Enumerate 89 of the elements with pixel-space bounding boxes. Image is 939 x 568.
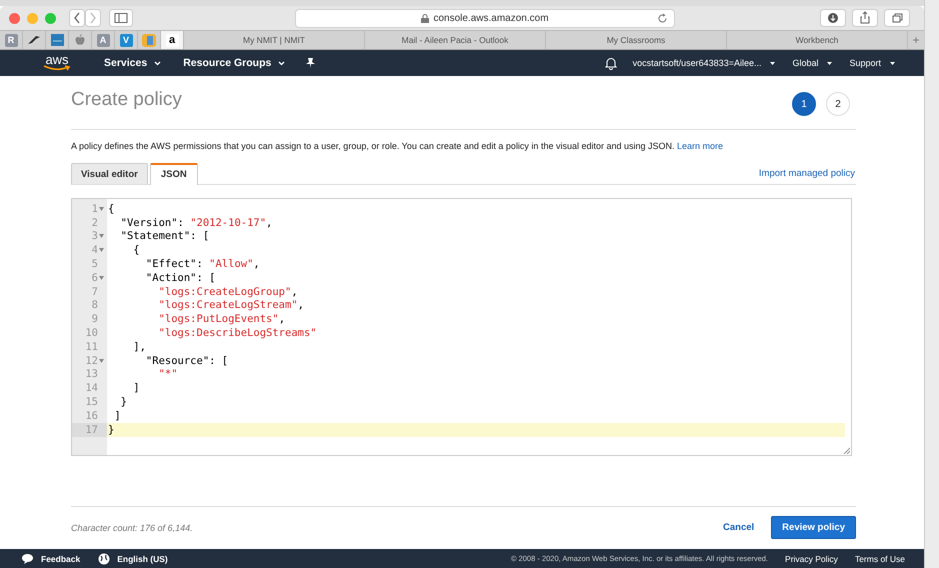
nav-menu[interactable]: Resource Groups: [183, 57, 286, 69]
code-line: "*": [158, 368, 178, 380]
learn-more-link[interactable]: Learn more: [677, 141, 724, 151]
code-line: ],: [132, 340, 146, 353]
line-number: 7: [92, 286, 98, 298]
bird-icon: [27, 35, 41, 45]
line-number: 12: [85, 354, 98, 367]
page-title: Create policy: [71, 89, 182, 111]
line-number: 1: [92, 202, 98, 215]
back-icon[interactable]: [69, 9, 85, 27]
code-editor[interactable]: [71, 198, 852, 456]
code-line: "Statement": [: [120, 230, 210, 242]
code-line: "Action": [: [144, 272, 216, 284]
line-number: 17: [85, 424, 98, 436]
line-number: 4: [92, 244, 98, 256]
import-policy-link[interactable]: Import managed policy: [758, 168, 856, 179]
square-icon: [50, 34, 64, 46]
browser-tab[interactable]: My NMIT | NMIT: [184, 31, 365, 49]
code-line: "Resource": [: [144, 354, 228, 367]
code-line: "logs:CreateLogStream",: [158, 299, 304, 312]
caret-icon: [826, 60, 834, 66]
resize-handle-icon[interactable]: [843, 447, 850, 454]
line-number: 13: [85, 368, 98, 380]
character-count: Character count: 176 of 6,144.: [71, 522, 193, 532]
language-selector[interactable]: English (US): [117, 554, 168, 564]
download-icon[interactable]: [820, 9, 846, 27]
footer-link[interactable]: Privacy Policy: [785, 554, 838, 564]
review-policy-button[interactable]: Review policy: [771, 516, 856, 539]
address-bar[interactable]: console.aws.amazon.com: [295, 8, 675, 28]
tabs-icon[interactable]: [884, 9, 910, 27]
line-number: 5: [92, 258, 98, 270]
code-line: "logs:DescribeLogStreams": [158, 327, 317, 340]
fold-caret-icon[interactable]: [99, 248, 104, 252]
line-number: 9: [92, 313, 98, 326]
line-number: 15: [85, 396, 98, 408]
folder-icon: [142, 34, 156, 46]
reload-icon[interactable]: [657, 12, 668, 24]
fold-caret-icon[interactable]: [99, 276, 104, 280]
line-number: 10: [85, 327, 98, 340]
support-menu[interactable]: Support: [849, 58, 896, 68]
code-line: ]: [132, 382, 140, 394]
line-number: 14: [85, 382, 98, 394]
fold-caret-icon[interactable]: [99, 234, 104, 238]
line-number: 8: [92, 299, 98, 312]
bell-icon[interactable]: [604, 56, 617, 70]
speech-bubble-icon: [21, 552, 34, 564]
account-menu[interactable]: vocstartsoft/user643833=Ailee...: [632, 58, 776, 68]
editor-tab[interactable]: JSON: [150, 163, 198, 185]
region-menu[interactable]: Global: [792, 58, 834, 68]
code-line: "logs:CreateLogGroup",: [158, 286, 298, 298]
fold-caret-icon[interactable]: [99, 206, 104, 211]
aws-logo[interactable]: aws: [42, 55, 72, 71]
code-line: "Version": "2012-10-17",: [120, 216, 272, 229]
apple-icon: [75, 34, 85, 46]
caret-icon: [889, 60, 896, 66]
line-number: 11: [85, 340, 98, 353]
caret-icon: [154, 60, 162, 66]
line-number: 6: [92, 272, 98, 284]
zoom-icon[interactable]: [45, 12, 56, 24]
step-indicator: 1: [792, 92, 816, 116]
feedback-link[interactable]: Feedback: [41, 554, 80, 564]
cancel-link[interactable]: Cancel: [723, 522, 754, 533]
editor-tab[interactable]: Visual editor: [71, 163, 148, 184]
nav-menu[interactable]: Services: [104, 57, 162, 69]
share-icon[interactable]: [852, 9, 878, 27]
code-line: }: [107, 424, 114, 436]
browser-tab[interactable]: My Classrooms: [546, 31, 727, 49]
fold-caret-icon[interactable]: [99, 358, 104, 363]
caret-icon: [769, 60, 776, 66]
line-number: 3: [92, 230, 98, 242]
pinned-tab[interactable]: a: [161, 31, 184, 49]
footer-link[interactable]: Terms of Use: [854, 554, 906, 564]
code-line: "Effect": "Allow",: [144, 258, 260, 270]
caret-icon: [278, 60, 286, 66]
code-line: {: [132, 244, 140, 256]
browser-tab[interactable]: Mail - Aileen Pacia - Outlook: [365, 31, 546, 49]
lock-icon: [421, 14, 430, 22]
description-text: A policy defines the AWS permissions that you can assign to a user, group, or role. You can create and edit a policy in the visual editor and using JSON. Learn more: [71, 141, 724, 151]
line-number: 16: [85, 410, 98, 422]
close-icon[interactable]: [9, 12, 20, 24]
code-line: {: [107, 202, 114, 215]
line-number: 2: [92, 216, 98, 229]
code-line: }: [120, 396, 127, 408]
step-indicator: 2: [826, 92, 850, 116]
code-line: ]: [113, 410, 121, 422]
globe-icon: [98, 552, 110, 564]
sidebar-icon[interactable]: [109, 9, 133, 27]
pushpin-icon[interactable]: [305, 57, 316, 69]
code-line: "logs:PutLogEvents",: [158, 313, 286, 326]
